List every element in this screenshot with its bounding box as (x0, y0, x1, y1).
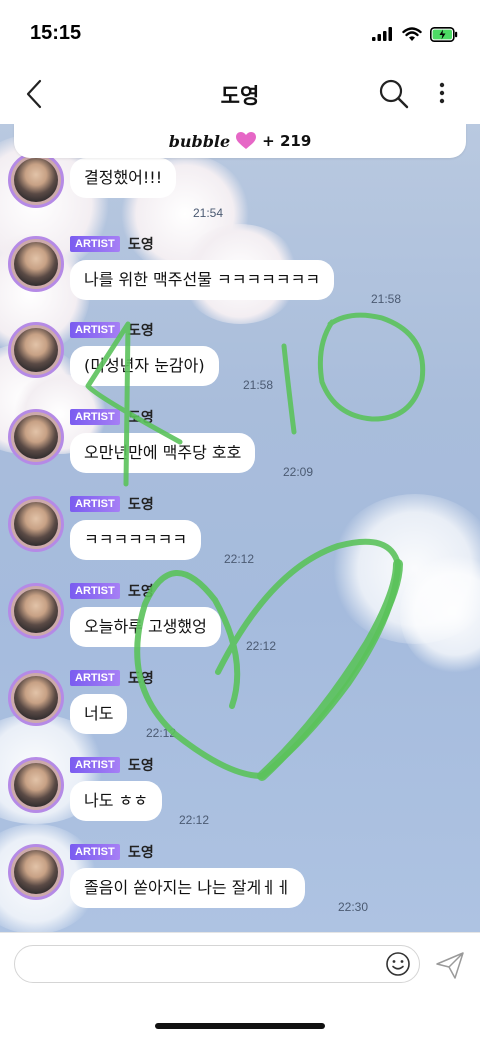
avatar-photo (14, 589, 58, 633)
send-button[interactable] (434, 949, 466, 981)
avatar-photo (14, 415, 58, 459)
avatar[interactable] (8, 670, 64, 726)
message-bubble[interactable]: 나를 위한 맥주선물 ㅋㅋㅋㅋㅋㅋㅋ (70, 260, 335, 300)
artist-name: 도영 (128, 497, 154, 513)
avatar[interactable] (8, 583, 64, 639)
artist-name: 도영 (128, 323, 154, 339)
avatar[interactable] (8, 844, 64, 900)
message-time: 21:54 (193, 206, 224, 220)
message-input[interactable] (14, 945, 420, 983)
smiley-icon (386, 952, 410, 976)
message-time: 21:58 (243, 378, 274, 392)
message-time: 21:58 (371, 292, 402, 306)
wifi-icon (402, 26, 422, 41)
heart-icon (236, 132, 257, 149)
input-bar (0, 932, 480, 1040)
chat-area[interactable]: 결정했어!!! 21:54 ARTIST 도영 나를 위한 맥주선물 ㅋㅋㅋㅋㅋ… (0, 124, 480, 932)
message-bubble[interactable]: (미성년자 눈감아) (70, 346, 219, 386)
artist-badge: ARTIST (70, 409, 120, 425)
artist-badge: ARTIST (70, 583, 120, 599)
more-vertical-icon (439, 82, 445, 104)
bubble-logo: bubble (168, 131, 231, 151)
more-options-button[interactable] (432, 78, 452, 110)
artist-name: 도영 (128, 584, 154, 600)
artist-name: 도영 (128, 845, 154, 861)
message-time: 22:12 (146, 726, 177, 740)
emoji-button[interactable] (385, 951, 411, 977)
avatar-photo (14, 676, 58, 720)
subscriber-count: + 219 (262, 132, 312, 150)
search-icon (379, 79, 409, 109)
artist-name: 도영 (128, 410, 154, 426)
avatar[interactable] (8, 409, 64, 465)
doodle-number-0 (317, 312, 426, 422)
artist-name: 도영 (128, 237, 154, 253)
message-bubble[interactable]: 나도 ㅎㅎ (70, 781, 162, 821)
avatar-photo (14, 328, 58, 372)
doodle-number-1 (281, 343, 297, 435)
message-bubble[interactable]: 오늘하루 고생했엉 (70, 607, 221, 647)
avatar[interactable] (8, 322, 64, 378)
message-bubble[interactable]: 오만년만에 맥주당 호호 (70, 433, 256, 473)
cellular-signal-icon (372, 27, 392, 41)
nav-bar: 도영 (0, 64, 480, 124)
avatar-photo (14, 763, 58, 807)
artist-name: 도영 (128, 671, 154, 687)
status-icons (372, 24, 458, 44)
search-button[interactable] (378, 78, 410, 110)
message-bubble[interactable]: 결정했어!!! (70, 158, 177, 198)
message-bubble[interactable]: 너도 (70, 694, 128, 734)
avatar[interactable] (8, 496, 64, 552)
avatar-photo (14, 242, 58, 286)
artist-badge: ARTIST (70, 670, 120, 686)
avatar-photo (14, 502, 58, 546)
avatar[interactable] (8, 757, 64, 813)
message-time: 22:09 (283, 465, 314, 479)
avatar-photo (14, 850, 58, 894)
message-time: 22:12 (179, 813, 210, 827)
send-icon (436, 952, 464, 979)
artist-badge: ARTIST (70, 496, 120, 512)
message-bubble[interactable]: ㅋㅋㅋㅋㅋㅋㅋ (70, 520, 202, 560)
avatar[interactable] (8, 236, 64, 292)
message-time: 22:12 (224, 552, 255, 566)
avatar-photo (14, 158, 58, 202)
message-bubble[interactable]: 졸음이 쏟아지는 나는 잘게ㅔㅔ (70, 868, 305, 908)
home-indicator (155, 1023, 325, 1029)
artist-name: 도영 (128, 758, 154, 774)
artist-badge: ARTIST (70, 236, 120, 252)
battery-charging-icon (430, 26, 458, 42)
message-time: 22:12 (246, 639, 277, 653)
artist-badge: ARTIST (70, 322, 120, 338)
subscriber-bar[interactable]: bubble + 219 (14, 124, 466, 158)
artist-badge: ARTIST (70, 844, 120, 860)
message-time: 22:30 (338, 900, 369, 914)
status-bar: 15:15 (0, 0, 480, 64)
artist-badge: ARTIST (70, 757, 120, 773)
status-time: 15:15 (30, 22, 82, 44)
avatar[interactable] (8, 152, 64, 208)
